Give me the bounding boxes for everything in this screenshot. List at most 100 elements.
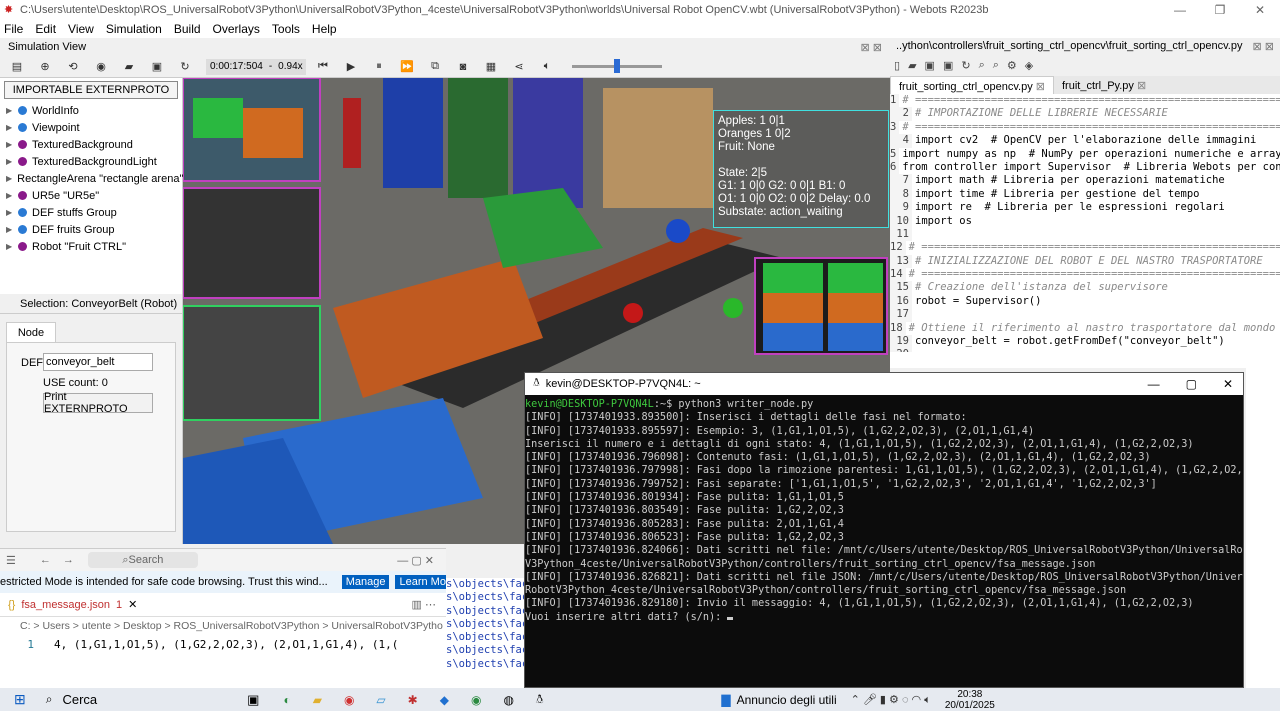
expand-arrow-icon[interactable]: ▶ — [6, 208, 18, 217]
expand-arrow-icon[interactable]: ▶ — [6, 140, 18, 149]
fast-forward-icon[interactable]: ⏩ — [396, 58, 418, 76]
importable-externproto-button[interactable]: IMPORTABLE EXTERNPROTO — [4, 81, 178, 99]
screenshot-icon[interactable]: ◙ — [452, 58, 474, 76]
terminal-maximize-button[interactable]: ▢ — [1186, 377, 1197, 391]
clean-icon[interactable]: ◈ — [1025, 59, 1033, 72]
reset-view-icon[interactable]: ⟲ — [62, 58, 84, 76]
tab-close-icon[interactable]: ✕ — [128, 598, 137, 611]
menu-build[interactable]: Build — [174, 22, 201, 36]
pause-icon[interactable]: ⏸ — [368, 58, 390, 76]
menu-help[interactable]: Help — [312, 22, 337, 36]
expand-arrow-icon[interactable]: ▶ — [6, 174, 12, 183]
vscode-window-controls[interactable]: — ▢ ✕ — [397, 554, 434, 567]
scene-tree-item[interactable]: ▶ DEF stuffs Group — [0, 204, 182, 221]
manage-link[interactable]: Manage — [341, 575, 390, 589]
def-input[interactable] — [43, 353, 153, 371]
scene-tree-item[interactable]: ▶ DEF fruits Group — [0, 221, 182, 238]
record-icon[interactable]: ▦ — [480, 58, 502, 76]
clock-time: 20:38 — [957, 688, 983, 700]
editor-close-icon[interactable]: ⊠ ⊠ — [1253, 40, 1275, 53]
vscode-menu-icon[interactable]: ☰ — [6, 554, 16, 567]
menu-edit[interactable]: Edit — [35, 22, 56, 36]
scene-tree-item[interactable]: ▶ Robot "Fruit CTRL" — [0, 238, 182, 255]
file-explorer-icon[interactable]: ▰ — [313, 693, 322, 707]
notepad-icon[interactable]: ▱ — [376, 693, 385, 707]
view-icon[interactable]: ◉ — [90, 58, 112, 76]
learn-more-link[interactable]: Learn More — [395, 575, 446, 589]
minimize-button[interactable]: — — [1160, 0, 1200, 20]
open-file-icon[interactable]: ▰ — [908, 59, 916, 72]
save-file-icon[interactable]: ▣ — [925, 59, 935, 72]
terminal-app-icon[interactable]: 🐧︎ — [536, 692, 543, 708]
revert-icon[interactable]: ↻ — [961, 59, 970, 72]
news-widget[interactable]: Annuncio degli utili — [737, 693, 837, 707]
expand-arrow-icon[interactable]: ▶ — [6, 225, 18, 234]
expand-arrow-icon[interactable]: ▶ — [6, 242, 18, 251]
maximize-button[interactable]: ❐ — [1200, 0, 1240, 20]
play-icon[interactable]: ▶ — [340, 58, 362, 76]
system-tray-icons[interactable]: ⌃ 🎤︎ ▮ ⚙ ◌ ◠ 🔈︎ — [851, 693, 931, 707]
chrome-icon[interactable]: ◉ — [344, 693, 354, 707]
task-view-icon[interactable]: ▣ — [247, 692, 259, 708]
code-line-number: 8 — [890, 187, 912, 202]
scene-tree-item[interactable]: ▶ TexturedBackgroundLight — [0, 153, 182, 170]
edge-icon[interactable]: ◐ — [283, 693, 290, 707]
scene-tree-item[interactable]: ▶ RectangleArena "rectangle arena" — [0, 170, 183, 187]
terminal-minimize-button[interactable]: — — [1148, 377, 1160, 391]
tab-fsa-message[interactable]: fsa_message.json — [21, 599, 110, 611]
panel-close-icon[interactable]: ⊠ ⊠ — [861, 41, 883, 54]
vscode-search[interactable]: ⌕ Search — [87, 552, 198, 568]
find-icon[interactable]: ⌕ — [979, 59, 985, 72]
chrome-canary-icon[interactable]: ◉ — [471, 693, 481, 707]
volume-icon[interactable]: 🔈︎ — [536, 58, 558, 76]
tab-node[interactable]: Node — [6, 322, 56, 342]
side-path: s\objects\fac — [446, 644, 524, 657]
build-icon[interactable]: ⚙ — [1007, 59, 1017, 72]
bug-app-icon[interactable]: ✱ — [408, 693, 418, 707]
windows-start-icon[interactable]: ⊞ — [14, 691, 26, 708]
toggle-tree-icon[interactable]: ▤ — [6, 58, 28, 76]
scene-tree-item[interactable]: ▶ WorldInfo — [0, 102, 182, 119]
expand-arrow-icon[interactable]: ▶ — [6, 123, 18, 132]
new-file-icon[interactable]: ▯ — [894, 59, 900, 72]
scene-tree-item-label: DEF stuffs Group — [32, 206, 117, 219]
menu-file[interactable]: File — [4, 22, 23, 36]
code-line-number: 15 — [890, 281, 912, 295]
menu-tools[interactable]: Tools — [272, 22, 300, 36]
share-icon[interactable]: ⋖ — [508, 58, 530, 76]
volume-slider[interactable] — [572, 59, 662, 73]
tab-fruit-sorting[interactable]: fruit_sorting_ctrl_opencv.py ⊠ — [890, 76, 1054, 94]
expand-arrow-icon[interactable]: ▶ — [6, 157, 18, 166]
step-back-icon[interactable]: ⏮ — [312, 58, 334, 76]
scene-tree-item[interactable]: ▶ UR5e "UR5e" — [0, 187, 182, 204]
open-world-icon[interactable]: ▰ — [118, 58, 140, 76]
terminal-window[interactable]: 🐧︎ kevin@DESKTOP-P7VQN4L: ~ — ▢ ✕ kevin@… — [524, 372, 1244, 688]
fast-mode-icon[interactable]: ⧉ — [424, 58, 446, 76]
replace-icon[interactable]: ⌕ — [993, 59, 999, 72]
clock[interactable]: 20:38 20/01/2025 — [945, 689, 995, 711]
add-node-icon[interactable]: ⊕ — [34, 58, 56, 76]
forward-icon[interactable]: → — [63, 554, 74, 566]
reload-world-icon[interactable]: ↻ — [174, 58, 196, 76]
print-externproto-button[interactable]: Print EXTERNPROTO — [43, 391, 153, 415]
terminal-output[interactable]: kevin@DESKTOP-P7VQN4L:~$ python3 writer_… — [525, 395, 1243, 687]
scene-tree-item[interactable]: ▶ Viewpoint — [0, 119, 182, 136]
expand-arrow-icon[interactable]: ▶ — [6, 106, 18, 115]
taskbar-search[interactable]: Cerca — [62, 692, 97, 707]
vscode-icon[interactable]: ◆ — [440, 693, 449, 707]
split-editor-icon[interactable]: ▥ ⋯ — [412, 598, 436, 611]
save-all-icon[interactable]: ▣ — [943, 59, 953, 72]
tab-fruit-ctrl[interactable]: fruit_ctrl_Py.py ⊠ — [1054, 76, 1154, 94]
save-world-icon[interactable]: ▣ — [146, 58, 168, 76]
webots-icon[interactable]: ◍ — [503, 693, 513, 707]
expand-arrow-icon[interactable]: ▶ — [6, 191, 18, 200]
vscode-editor-line[interactable]: 1 4, (1,G1,1,O1,5), (1,G2,2,O2,3), (2,O1… — [0, 635, 446, 653]
menu-view[interactable]: View — [68, 22, 94, 36]
code-area[interactable]: 1 # =====================================… — [890, 94, 1280, 352]
back-icon[interactable]: ← — [40, 554, 51, 566]
terminal-close-button[interactable]: ✕ — [1223, 377, 1233, 391]
scene-tree-item[interactable]: ▶ TexturedBackground — [0, 136, 182, 153]
close-button[interactable]: ✕ — [1240, 0, 1280, 20]
menu-overlays[interactable]: Overlays — [213, 22, 260, 36]
menu-simulation[interactable]: Simulation — [106, 22, 162, 36]
